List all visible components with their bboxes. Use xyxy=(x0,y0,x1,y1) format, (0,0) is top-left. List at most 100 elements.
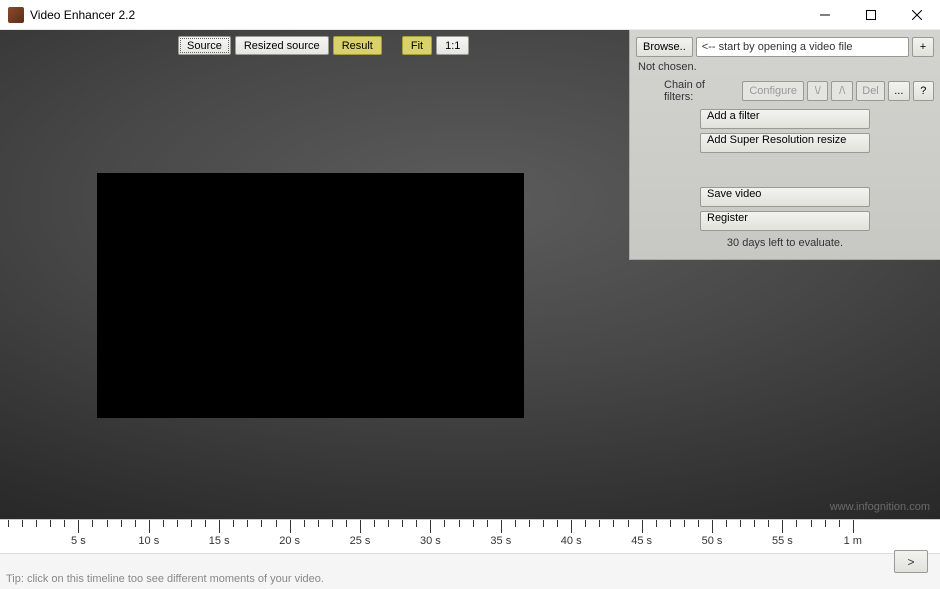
tick-minor xyxy=(191,520,192,527)
app-icon xyxy=(8,7,24,23)
trial-note: 30 days left to evaluate. xyxy=(636,237,934,249)
titlebar: Video Enhancer 2.2 xyxy=(0,0,940,30)
minimize-button[interactable] xyxy=(802,0,848,30)
maximize-button[interactable] xyxy=(848,0,894,30)
tick-label: 10 s xyxy=(138,535,159,547)
tick-minor xyxy=(585,520,586,527)
tick-minor xyxy=(276,520,277,527)
tick-minor xyxy=(205,520,206,527)
tick-minor xyxy=(22,520,23,527)
tick-major xyxy=(782,520,783,533)
tick-major xyxy=(853,520,854,533)
tick-minor xyxy=(107,520,108,527)
tick-minor xyxy=(416,520,417,527)
save-video-button[interactable]: Save video xyxy=(700,187,870,207)
tick-label: 5 s xyxy=(71,535,86,547)
tick-minor xyxy=(487,520,488,527)
more-button[interactable]: ... xyxy=(888,81,909,101)
add-file-button[interactable]: + xyxy=(912,37,934,57)
tick-minor xyxy=(613,520,614,527)
tick-major xyxy=(571,520,572,533)
tick-label: 30 s xyxy=(420,535,441,547)
tick-minor xyxy=(599,520,600,527)
zoom-fit-button[interactable]: Fit xyxy=(402,36,432,55)
tick-minor xyxy=(163,520,164,527)
tick-major xyxy=(642,520,643,533)
tick-minor xyxy=(135,520,136,527)
tick-major xyxy=(712,520,713,533)
tick-minor xyxy=(557,520,558,527)
timeline-area: 5 s 10 s 15 s 20 s 25 s 30 s 35 s 40 s 45 s 50 s 5… xyxy=(0,519,940,589)
tick-minor xyxy=(726,520,727,527)
side-panel: Browse.. + Not chosen. Chain of filters:… xyxy=(629,30,940,260)
tick-minor xyxy=(796,520,797,527)
tick-minor xyxy=(261,520,262,527)
tab-result[interactable]: Result xyxy=(333,36,382,55)
tick-minor xyxy=(698,520,699,527)
tick-minor xyxy=(36,520,37,527)
tick-label: 45 s xyxy=(631,535,652,547)
tick-minor xyxy=(543,520,544,527)
tick-label: 50 s xyxy=(702,535,723,547)
tick-minor xyxy=(64,520,65,527)
tick-major xyxy=(290,520,291,533)
tick-minor xyxy=(121,520,122,527)
tab-resized-source[interactable]: Resized source xyxy=(235,36,329,55)
tick-label: 20 s xyxy=(279,535,300,547)
tick-major xyxy=(501,520,502,533)
tick-minor xyxy=(444,520,445,527)
file-path-input[interactable] xyxy=(696,37,909,57)
close-button[interactable] xyxy=(894,0,940,30)
tick-minor xyxy=(628,520,629,527)
tick-minor xyxy=(811,520,812,527)
tick-minor xyxy=(768,520,769,527)
tick-minor xyxy=(233,520,234,527)
tick-major xyxy=(430,520,431,533)
view-toolbar: Source Resized source Result Fit 1:1 xyxy=(178,36,469,55)
delete-filter-button[interactable]: Del xyxy=(856,81,885,101)
tick-minor xyxy=(515,520,516,527)
help-button[interactable]: ? xyxy=(913,81,934,101)
register-button[interactable]: Register xyxy=(700,211,870,231)
browse-button[interactable]: Browse.. xyxy=(636,37,693,57)
tick-minor xyxy=(473,520,474,527)
tick-label: 25 s xyxy=(350,535,371,547)
tick-label: 40 s xyxy=(561,535,582,547)
tick-label: 55 s xyxy=(772,535,793,547)
tick-minor xyxy=(388,520,389,527)
move-up-button[interactable]: /\ xyxy=(831,81,852,101)
video-preview xyxy=(97,173,524,418)
watermark-text: www.infognition.com xyxy=(830,501,930,513)
tick-minor xyxy=(332,520,333,527)
tick-minor xyxy=(50,520,51,527)
tick-label: 15 s xyxy=(209,535,230,547)
play-button[interactable]: > xyxy=(894,550,928,573)
configure-button[interactable]: Configure xyxy=(742,81,804,101)
tick-minor xyxy=(346,520,347,527)
tick-minor xyxy=(8,520,9,527)
tick-major xyxy=(78,520,79,533)
tick-label: 35 s xyxy=(490,535,511,547)
add-super-resolution-button[interactable]: Add Super Resolution resize xyxy=(700,133,870,153)
tick-minor xyxy=(374,520,375,527)
tick-minor xyxy=(177,520,178,527)
tick-minor xyxy=(839,520,840,527)
move-down-button[interactable]: \/ xyxy=(807,81,828,101)
add-filter-button[interactable]: Add a filter xyxy=(700,109,870,129)
tick-minor xyxy=(740,520,741,527)
tick-major xyxy=(360,520,361,533)
main-area: Source Resized source Result Fit 1:1 Bro… xyxy=(0,30,940,519)
tick-minor xyxy=(247,520,248,527)
tick-minor xyxy=(529,520,530,527)
tab-source[interactable]: Source xyxy=(178,36,231,55)
tick-minor xyxy=(92,520,93,527)
zoom-1to1-button[interactable]: 1:1 xyxy=(436,36,469,55)
tick-major xyxy=(149,520,150,533)
tick-minor xyxy=(656,520,657,527)
timeline-ruler[interactable]: 5 s 10 s 15 s 20 s 25 s 30 s 35 s 40 s 45 s 50 s 5… xyxy=(0,520,940,554)
tick-minor xyxy=(670,520,671,527)
timeline-tip: Tip: click on this timeline too see diff… xyxy=(6,573,324,585)
tick-minor xyxy=(304,520,305,527)
file-status-text: Not chosen. xyxy=(638,61,934,73)
tick-minor xyxy=(825,520,826,527)
